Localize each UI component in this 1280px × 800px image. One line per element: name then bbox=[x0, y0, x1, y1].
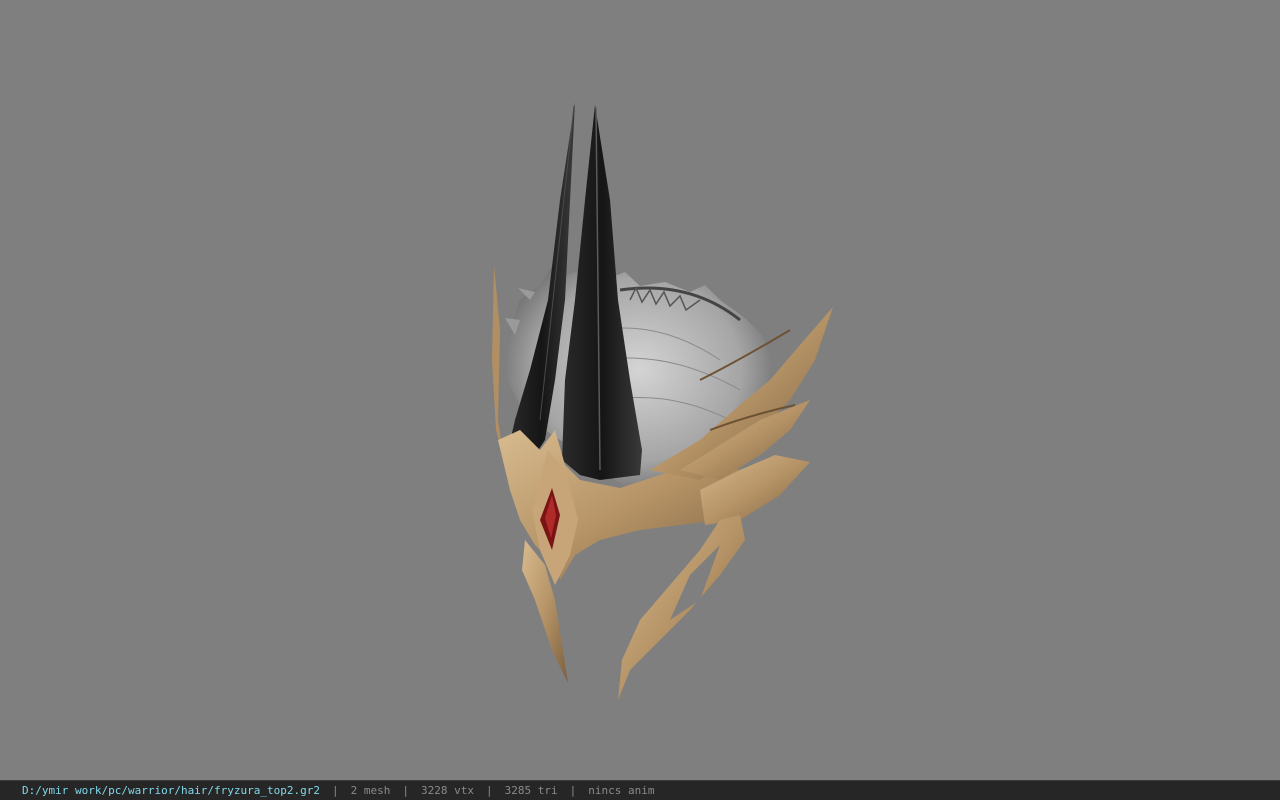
separator: | bbox=[402, 784, 410, 797]
helmet-model bbox=[492, 102, 833, 700]
file-path: D:/ymir work/pc/warrior/hair/fryzura_top… bbox=[22, 784, 321, 797]
vertex-count: 3228 vtx bbox=[421, 784, 474, 797]
status-bar: D:/ymir work/pc/warrior/hair/fryzura_top… bbox=[0, 780, 1280, 800]
separator: | bbox=[569, 784, 577, 797]
triangle-count: 3285 tri bbox=[504, 784, 558, 797]
mesh-count: 2 mesh bbox=[350, 784, 391, 797]
animation-status: nincs anim bbox=[588, 784, 655, 797]
separator: | bbox=[332, 784, 339, 797]
separator: | bbox=[486, 784, 493, 797]
left-spike-thin bbox=[492, 265, 504, 460]
3d-viewport[interactable] bbox=[0, 0, 1280, 780]
